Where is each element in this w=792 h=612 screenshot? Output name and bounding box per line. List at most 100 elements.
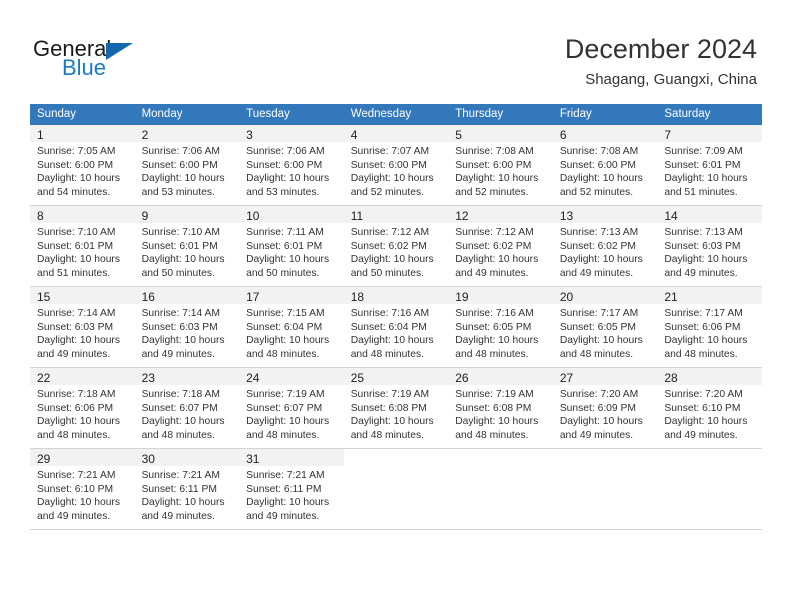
day-detail-line: Sunrise: 7:20 AM	[664, 389, 743, 400]
calendar-day-cell[interactable]: 8 Sunrise: 7:10 AM Sunset: 6:01 PM Daylight…	[30, 206, 135, 287]
day-number-bar: 4	[343, 125, 449, 142]
day-detail-line: Sunset: 6:07 PM	[141, 402, 218, 414]
calendar-day-cell[interactable]: 26 Sunrise: 7:19 AM Sunset: 6:08 PM Dayligh…	[448, 368, 553, 449]
day-detail-line: Sunrise: 7:14 AM	[37, 308, 116, 319]
calendar-day-cell[interactable]: 3 Sunrise: 7:06 AM Sunset: 6:00 PM Daylight…	[239, 125, 344, 206]
day-number-bar: 13	[552, 206, 658, 223]
calendar-day-cell[interactable]: 11 Sunrise: 7:12 AM Sunset: 6:02 PM Dayligh…	[343, 206, 449, 287]
day-detail-line: Daylight: 10 hours	[664, 335, 748, 347]
day-number: 11	[350, 209, 364, 223]
day-detail-line: Sunrise: 7:17 AM	[664, 308, 743, 319]
day-detail-line: Sunrise: 7:15 AM	[246, 308, 325, 319]
day-cell-content: 17 Sunrise: 7:15 AM Sunset: 6:04 PM Dayligh…	[239, 287, 344, 368]
day-cell-content	[343, 449, 449, 530]
day-detail-line: Sunset: 6:02 PM	[559, 240, 636, 252]
calendar-day-cell[interactable]: 20 Sunrise: 7:17 AM Sunset: 6:05 PM Dayligh…	[552, 287, 658, 368]
day-cell-content: 10 Sunrise: 7:11 AM Sunset: 6:01 PM Dayligh…	[239, 206, 344, 287]
calendar-day-cell[interactable]: 17 Sunrise: 7:15 AM Sunset: 6:04 PM Dayligh…	[239, 287, 344, 368]
day-details: Sunrise: 7:14 AM Sunset: 6:03 PM Daylight:…	[30, 304, 135, 361]
day-number-bar: 5	[448, 125, 553, 142]
weekday-header-wednesday: Wednesday	[343, 104, 449, 125]
day-details	[344, 466, 449, 469]
day-number-bar: 21	[657, 287, 762, 304]
calendar-day-cell[interactable]: 13 Sunrise: 7:13 AM Sunset: 6:02 PM Dayligh…	[552, 206, 658, 287]
general-blue-logo[interactable]: General Blue	[33, 36, 213, 84]
day-details: Sunrise: 7:16 AM Sunset: 6:05 PM Daylight:…	[448, 304, 553, 361]
calendar-day-cell[interactable]: 7 Sunrise: 7:09 AM Sunset: 6:01 PM Daylight…	[657, 125, 762, 206]
calendar-day-cell[interactable]: 16 Sunrise: 7:14 AM Sunset: 6:03 PM Dayligh…	[134, 287, 240, 368]
day-details: Sunrise: 7:15 AM Sunset: 6:04 PM Daylight:…	[239, 304, 344, 361]
day-detail-line: Sunset: 6:01 PM	[246, 240, 323, 252]
day-detail-line: Sunrise: 7:09 AM	[664, 146, 743, 157]
calendar-day-cell[interactable]: 19 Sunrise: 7:16 AM Sunset: 6:05 PM Dayligh…	[448, 287, 553, 368]
calendar-day-cell	[448, 449, 553, 530]
calendar-day-cell[interactable]: 22 Sunrise: 7:18 AM Sunset: 6:06 PM Dayligh…	[30, 368, 135, 449]
day-detail-line: Daylight: 10 hours	[246, 173, 330, 185]
day-detail-line: Daylight: 10 hours	[37, 173, 120, 185]
day-details: Sunrise: 7:19 AM Sunset: 6:08 PM Daylight:…	[344, 385, 449, 442]
day-detail-line: Daylight: 10 hours	[664, 416, 748, 428]
day-detail-line: and 49 minutes.	[141, 348, 215, 360]
calendar-day-cell[interactable]: 21 Sunrise: 7:17 AM Sunset: 6:06 PM Dayligh…	[657, 287, 762, 368]
calendar-day-cell[interactable]: 31 Sunrise: 7:21 AM Sunset: 6:11 PM Dayligh…	[239, 449, 344, 530]
day-cell-content: 16 Sunrise: 7:14 AM Sunset: 6:03 PM Dayligh…	[134, 287, 240, 368]
calendar-day-cell[interactable]: 10 Sunrise: 7:11 AM Sunset: 6:01 PM Dayligh…	[239, 206, 344, 287]
day-cell-content	[552, 449, 658, 530]
day-number-bar: 1	[30, 125, 135, 142]
day-cell-content: 3 Sunrise: 7:06 AM Sunset: 6:00 PM Daylight…	[239, 125, 344, 206]
day-detail-line: and 48 minutes.	[246, 429, 320, 441]
calendar-day-cell[interactable]: 12 Sunrise: 7:12 AM Sunset: 6:02 PM Dayligh…	[448, 206, 553, 287]
calendar-day-cell[interactable]: 14 Sunrise: 7:13 AM Sunset: 6:03 PM Dayligh…	[657, 206, 762, 287]
day-number-bar: 3	[239, 125, 344, 142]
day-number-bar: 20	[552, 287, 658, 304]
day-number: 21	[664, 290, 678, 304]
day-detail-line: Sunset: 6:03 PM	[141, 321, 218, 333]
day-cell-content: 28 Sunrise: 7:20 AM Sunset: 6:10 PM Dayligh…	[657, 368, 762, 449]
day-details: Sunrise: 7:13 AM Sunset: 6:03 PM Daylight:…	[657, 223, 762, 280]
weekday-header-friday: Friday	[552, 104, 658, 125]
day-detail-line: and 50 minutes.	[141, 267, 215, 279]
day-cell-content: 2 Sunrise: 7:06 AM Sunset: 6:00 PM Daylight…	[134, 125, 240, 206]
calendar-day-cell[interactable]: 2 Sunrise: 7:06 AM Sunset: 6:00 PM Daylight…	[134, 125, 240, 206]
calendar-day-cell[interactable]: 1 Sunrise: 7:05 AM Sunset: 6:00 PM Daylight…	[30, 125, 135, 206]
day-number: 16	[141, 290, 155, 304]
calendar-day-cell[interactable]: 24 Sunrise: 7:19 AM Sunset: 6:07 PM Dayligh…	[239, 368, 344, 449]
calendar-day-cell[interactable]: 6 Sunrise: 7:08 AM Sunset: 6:00 PM Daylight…	[552, 125, 658, 206]
day-detail-line: Daylight: 10 hours	[141, 173, 225, 185]
day-number-bar: 18	[343, 287, 449, 304]
calendar-day-cell[interactable]: 9 Sunrise: 7:10 AM Sunset: 6:01 PM Daylight…	[134, 206, 240, 287]
day-details: Sunrise: 7:16 AM Sunset: 6:04 PM Daylight:…	[344, 304, 449, 361]
calendar-day-cell[interactable]: 18 Sunrise: 7:16 AM Sunset: 6:04 PM Dayligh…	[343, 287, 449, 368]
day-details: Sunrise: 7:09 AM Sunset: 6:01 PM Daylight:…	[657, 142, 762, 199]
day-detail-line: Sunrise: 7:12 AM	[350, 227, 430, 238]
day-detail-line: Daylight: 10 hours	[37, 416, 120, 428]
day-cell-content	[657, 449, 762, 530]
day-number: 15	[37, 290, 51, 304]
calendar-day-cell[interactable]: 5 Sunrise: 7:08 AM Sunset: 6:00 PM Daylight…	[448, 125, 553, 206]
day-detail-line: Sunset: 6:00 PM	[141, 159, 218, 171]
calendar-day-cell[interactable]: 4 Sunrise: 7:07 AM Sunset: 6:00 PM Daylight…	[343, 125, 449, 206]
calendar-day-cell[interactable]: 30 Sunrise: 7:21 AM Sunset: 6:11 PM Dayligh…	[134, 449, 240, 530]
day-cell-content: 15 Sunrise: 7:14 AM Sunset: 6:03 PM Dayligh…	[30, 287, 135, 368]
day-detail-line: Sunrise: 7:21 AM	[246, 470, 325, 481]
day-detail-line: Daylight: 10 hours	[664, 173, 748, 185]
calendar-day-cell[interactable]: 23 Sunrise: 7:18 AM Sunset: 6:07 PM Dayligh…	[134, 368, 240, 449]
calendar-day-cell[interactable]: 15 Sunrise: 7:14 AM Sunset: 6:03 PM Dayligh…	[30, 287, 135, 368]
calendar-day-cell[interactable]: 27 Sunrise: 7:20 AM Sunset: 6:09 PM Dayligh…	[552, 368, 658, 449]
day-detail-line: Daylight: 10 hours	[559, 173, 643, 185]
day-detail-line: Daylight: 10 hours	[350, 173, 434, 185]
calendar-day-cell[interactable]: 28 Sunrise: 7:20 AM Sunset: 6:10 PM Dayligh…	[657, 368, 762, 449]
day-number-bar: 12	[448, 206, 553, 223]
day-details: Sunrise: 7:20 AM Sunset: 6:09 PM Daylight:…	[553, 385, 658, 442]
day-cell-content: 23 Sunrise: 7:18 AM Sunset: 6:07 PM Dayligh…	[134, 368, 240, 449]
day-detail-line: and 48 minutes.	[141, 429, 215, 441]
day-detail-line: and 50 minutes.	[350, 267, 424, 279]
day-number: 8	[37, 209, 44, 223]
day-detail-line: and 53 minutes.	[141, 186, 215, 198]
title-block: December 2024 Shagang, Guangxi, China	[565, 33, 757, 90]
day-cell-content: 27 Sunrise: 7:20 AM Sunset: 6:09 PM Dayligh…	[552, 368, 658, 449]
calendar-day-cell[interactable]: 25 Sunrise: 7:19 AM Sunset: 6:08 PM Dayligh…	[343, 368, 449, 449]
calendar-day-cell[interactable]: 29 Sunrise: 7:21 AM Sunset: 6:10 PM Dayligh…	[30, 449, 135, 530]
day-number-bar: 9	[134, 206, 240, 223]
day-detail-line: Daylight: 10 hours	[559, 416, 643, 428]
